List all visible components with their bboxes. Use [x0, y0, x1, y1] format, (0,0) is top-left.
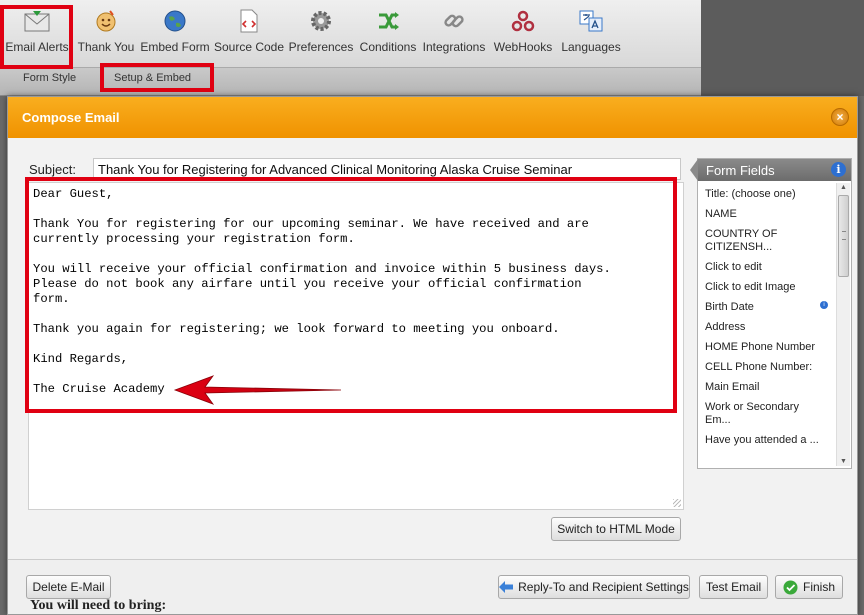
toolbar-label: Integrations: [422, 40, 486, 54]
thank-you-icon: [93, 8, 119, 34]
form-field-item[interactable]: Main Email: [698, 381, 834, 394]
envelope-icon: [24, 8, 50, 34]
dialog-title: Compose Email: [22, 110, 120, 125]
conditions-icon: [375, 8, 401, 34]
scroll-up-arrow[interactable]: ▲: [840, 184, 847, 191]
form-fields-list: Title: (choose one) NAME COUNTRY OF CITI…: [698, 181, 834, 467]
annotation-arrow: [173, 375, 342, 405]
toolbar-label: Source Code: [213, 40, 285, 54]
tab-setup-embed[interactable]: Setup & Embed: [114, 72, 191, 84]
info-icon[interactable]: i: [831, 162, 846, 177]
form-field-item[interactable]: Title: (choose one): [698, 188, 834, 201]
reply-to-label: Reply-To and Recipient Settings: [518, 580, 689, 594]
resize-handle[interactable]: [673, 499, 681, 507]
form-field-item[interactable]: CELL Phone Number:: [698, 361, 834, 374]
tab-form-style[interactable]: Form Style: [23, 72, 76, 84]
form-field-item-birth-date[interactable]: Birth Date i: [698, 301, 834, 314]
toolbar-label: Embed Form: [140, 40, 210, 54]
toolbar-label: Languages: [561, 40, 621, 54]
finish-button[interactable]: Finish: [775, 575, 843, 599]
form-fields-scrollbar[interactable]: ▲ ▼: [836, 183, 850, 466]
form-field-item[interactable]: Click to edit: [698, 261, 834, 274]
gear-icon: [308, 8, 334, 34]
toolbar-conditions[interactable]: Conditions: [360, 6, 416, 64]
panel-pointer: [690, 159, 698, 181]
toolbar-label: Email Alerts: [5, 40, 69, 54]
toolbar-embed-form[interactable]: Embed Form: [140, 6, 210, 64]
form-fields-panel: Form Fields i Title: (choose one) NAME C…: [690, 158, 852, 469]
delete-email-button[interactable]: Delete E-Mail: [26, 575, 111, 599]
scroll-down-arrow[interactable]: ▼: [840, 458, 847, 465]
toolbar-label: Thank You: [77, 40, 135, 54]
form-field-item[interactable]: Have you attended a ...: [698, 434, 834, 447]
languages-icon: [578, 8, 604, 34]
toolbar-integrations[interactable]: Integrations: [422, 6, 486, 64]
form-fields-title: Form Fields: [706, 163, 775, 178]
toolbar-webhooks[interactable]: WebHooks: [492, 6, 554, 64]
toolbar-languages[interactable]: Languages: [561, 6, 621, 64]
email-body-text[interactable]: Dear Guest, Thank You for registering fo…: [33, 187, 673, 397]
dialog-header: Compose Email ×: [8, 97, 857, 138]
subject-input[interactable]: [93, 158, 681, 180]
scrollbar-thumb[interactable]: [838, 195, 849, 277]
toolbar-preferences[interactable]: Preferences: [288, 6, 354, 64]
subnav: Form Style Setup & Embed: [0, 68, 701, 96]
arrow-left-icon: [499, 581, 514, 593]
source-code-icon: [236, 8, 262, 34]
form-field-item[interactable]: COUNTRY OF CITIZENSH...: [698, 228, 834, 254]
form-field-label: Birth Date: [705, 301, 754, 313]
globe-icon: [162, 8, 188, 34]
check-circle-icon: [783, 580, 798, 594]
test-email-button[interactable]: Test Email: [699, 575, 768, 599]
subject-label: Subject:: [29, 162, 76, 177]
form-field-item[interactable]: NAME: [698, 208, 834, 221]
switch-html-mode-button[interactable]: Switch to HTML Mode: [551, 517, 681, 541]
toolbar-source-code[interactable]: Source Code: [213, 6, 285, 64]
toolbar-background: [701, 0, 864, 96]
finish-label: Finish: [802, 580, 835, 594]
compose-email-dialog: Compose Email × Subject: Dear Guest, Tha…: [7, 96, 858, 615]
reply-to-settings-button[interactable]: Reply-To and Recipient Settings: [498, 575, 690, 599]
background-page-text: You will need to bring:: [30, 598, 167, 613]
toolbar-label: WebHooks: [493, 40, 553, 54]
toolbar: Email Alerts Thank You Embed Form Source…: [0, 0, 701, 68]
info-icon[interactable]: i: [820, 301, 828, 309]
toolbar-email-alerts[interactable]: Email Alerts: [5, 6, 69, 64]
form-field-item[interactable]: Click to edit Image: [698, 281, 834, 294]
toolbar-label: Conditions: [359, 40, 417, 54]
toolbar-label: Preferences: [288, 40, 354, 54]
form-fields-header: Form Fields i: [690, 159, 851, 181]
webhooks-icon: [510, 8, 536, 34]
form-field-item[interactable]: HOME Phone Number: [698, 341, 834, 354]
email-body-editor[interactable]: Dear Guest, Thank You for registering fo…: [28, 182, 684, 510]
chain-link-icon: [441, 8, 467, 34]
close-button[interactable]: ×: [831, 108, 849, 126]
form-field-item[interactable]: Address: [698, 321, 834, 334]
form-field-item[interactable]: Work or Secondary Em...: [698, 401, 834, 427]
toolbar-thank-you[interactable]: Thank You: [76, 6, 136, 64]
